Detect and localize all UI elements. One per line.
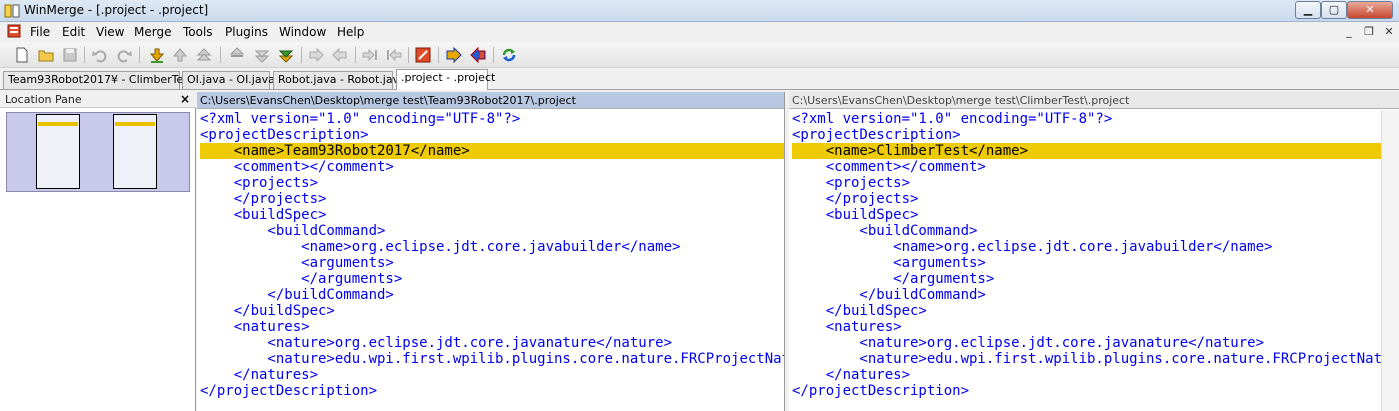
- location-pane-title: Location Pane: [5, 93, 82, 106]
- menu-merge[interactable]: Merge: [134, 25, 171, 39]
- refresh-icon[interactable]: [500, 46, 518, 64]
- redo-icon[interactable]: [115, 46, 133, 64]
- menu-bar: File Edit View Merge Tools Plugins Windo…: [0, 22, 1399, 42]
- menu-edit[interactable]: Edit: [62, 25, 85, 39]
- menu-file[interactable]: File: [30, 25, 50, 39]
- code-line[interactable]: </buildSpec>: [792, 303, 1399, 319]
- code-line[interactable]: <projectDescription>: [200, 127, 784, 143]
- location-map[interactable]: [6, 112, 190, 192]
- save-icon[interactable]: [61, 46, 79, 64]
- code-line[interactable]: <name>org.eclipse.jdt.core.javabuilder</…: [200, 239, 784, 255]
- window-title: WinMerge - [.project - .project]: [24, 3, 209, 17]
- code-line[interactable]: </arguments>: [792, 271, 1399, 287]
- code-line[interactable]: <nature>edu.wpi.first.wpilib.plugins.cor…: [792, 351, 1399, 367]
- code-line[interactable]: </arguments>: [200, 271, 784, 287]
- code-line[interactable]: <buildSpec>: [200, 207, 784, 223]
- code-line[interactable]: <natures>: [200, 319, 784, 335]
- copy-all-left-icon[interactable]: [469, 46, 487, 64]
- left-file-pane: C:\Users\EvansChen\Desktop\merge test\Te…: [197, 92, 785, 411]
- vertical-scrollbar[interactable]: [1381, 110, 1399, 411]
- tab-project[interactable]: .project - .project: [396, 69, 495, 90]
- code-line[interactable]: <?xml version="1.0" encoding="UTF-8"?>: [792, 111, 1399, 127]
- title-bar: WinMerge - [.project - .project] ▁ ▢ ✕: [0, 0, 1399, 22]
- code-line[interactable]: <projects>: [792, 175, 1399, 191]
- code-line[interactable]: <natures>: [792, 319, 1399, 335]
- menu-window[interactable]: Window: [279, 25, 326, 39]
- code-line[interactable]: <comment></comment>: [792, 159, 1399, 175]
- code-line[interactable]: <name>org.eclipse.jdt.core.javabuilder</…: [792, 239, 1399, 255]
- code-line[interactable]: <nature>org.eclipse.jdt.core.javanature<…: [200, 335, 784, 351]
- code-line[interactable]: </projects>: [200, 191, 784, 207]
- location-pane: Location Pane ×: [0, 92, 196, 411]
- delete-icon[interactable]: [414, 46, 432, 64]
- code-line[interactable]: </projectDescription>: [200, 383, 784, 399]
- code-line[interactable]: <arguments>: [792, 255, 1399, 271]
- code-line[interactable]: </buildSpec>: [200, 303, 784, 319]
- mdi-restore-button[interactable]: ❐: [1361, 24, 1377, 40]
- code-line[interactable]: <name>Team93Robot2017</name>: [200, 143, 784, 159]
- new-file-icon[interactable]: [13, 46, 31, 64]
- copy-left-advance-icon[interactable]: [385, 46, 403, 64]
- undo-icon[interactable]: [91, 46, 109, 64]
- code-line[interactable]: <buildCommand>: [200, 223, 784, 239]
- location-pane-header: Location Pane ×: [0, 92, 196, 108]
- code-line[interactable]: </projects>: [792, 191, 1399, 207]
- minimize-button[interactable]: ▁: [1295, 1, 1321, 19]
- tab-robot-java[interactable]: Robot.java - Robot.java: [273, 71, 406, 89]
- code-line[interactable]: <nature>edu.wpi.first.wpilib.plugins.cor…: [200, 351, 784, 367]
- menu-help[interactable]: Help: [337, 25, 364, 39]
- first-diff-icon[interactable]: [195, 46, 213, 64]
- code-line[interactable]: </natures>: [792, 367, 1399, 383]
- location-pane-close-icon[interactable]: ×: [180, 92, 190, 106]
- menu-view[interactable]: View: [96, 25, 124, 39]
- code-line[interactable]: </natures>: [200, 367, 784, 383]
- right-file-pane: C:\Users\EvansChen\Desktop\merge test\Cl…: [789, 92, 1399, 411]
- code-line[interactable]: <arguments>: [200, 255, 784, 271]
- document-tab-bar: Team93Robot2017¥ - ClimberTest¥ OI.java …: [0, 68, 1399, 90]
- code-line[interactable]: <buildCommand>: [792, 223, 1399, 239]
- left-code-view[interactable]: <?xml version="1.0" encoding="UTF-8"?> <p…: [200, 111, 784, 411]
- winmerge-app-icon: [4, 4, 20, 18]
- open-folder-icon[interactable]: [37, 46, 55, 64]
- copy-left-icon[interactable]: [331, 46, 349, 64]
- tab-oi-java[interactable]: OI.java - OI.java: [182, 71, 275, 89]
- code-line[interactable]: </projectDescription>: [792, 383, 1399, 399]
- maximize-button[interactable]: ▢: [1321, 1, 1347, 19]
- document-system-menu-icon[interactable]: [7, 24, 21, 38]
- right-file-path: C:\Users\EvansChen\Desktop\merge test\Cl…: [789, 92, 1399, 109]
- code-line[interactable]: </buildCommand>: [200, 287, 784, 303]
- code-line[interactable]: <name>ClimberTest</name>: [792, 143, 1399, 159]
- next-diff-icon[interactable]: [148, 46, 166, 64]
- code-line[interactable]: <buildSpec>: [792, 207, 1399, 223]
- right-code-view[interactable]: <?xml version="1.0" encoding="UTF-8"?> <p…: [792, 111, 1399, 411]
- menu-plugins[interactable]: Plugins: [225, 25, 268, 39]
- current-diff-icon[interactable]: [228, 46, 246, 64]
- code-line[interactable]: <nature>org.eclipse.jdt.core.javanature<…: [792, 335, 1399, 351]
- code-line[interactable]: <projects>: [200, 175, 784, 191]
- all-diffs-icon[interactable]: [277, 46, 295, 64]
- copy-all-right-icon[interactable]: [445, 46, 463, 64]
- toolbar: [0, 42, 1399, 68]
- code-line[interactable]: </buildCommand>: [792, 287, 1399, 303]
- menu-tools[interactable]: Tools: [183, 25, 213, 39]
- mdi-minimize-button[interactable]: _: [1341, 24, 1357, 40]
- mdi-close-button[interactable]: ✕: [1381, 24, 1397, 40]
- code-line[interactable]: <comment></comment>: [200, 159, 784, 175]
- left-file-path: C:\Users\EvansChen\Desktop\merge test\Te…: [197, 92, 784, 109]
- prev-diff-icon[interactable]: [171, 46, 189, 64]
- code-line[interactable]: <?xml version="1.0" encoding="UTF-8"?>: [200, 111, 784, 127]
- copy-right-advance-icon[interactable]: [361, 46, 379, 64]
- location-viewport-frame[interactable]: [6, 112, 190, 192]
- tab-team93robot2017-climbertest[interactable]: Team93Robot2017¥ - ClimberTest¥: [3, 71, 200, 89]
- code-line[interactable]: <projectDescription>: [792, 127, 1399, 143]
- copy-right-icon[interactable]: [307, 46, 325, 64]
- last-diff-icon[interactable]: [253, 46, 271, 64]
- close-button[interactable]: ✕: [1347, 1, 1393, 19]
